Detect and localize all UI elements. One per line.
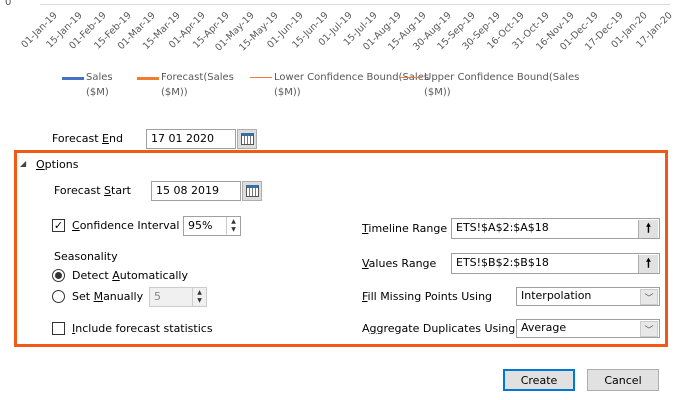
values-range-input[interactable]: ETS!$B$2:$B$18 🠕 [451, 253, 660, 274]
create-button[interactable]: Create [503, 369, 575, 391]
options-panel [14, 150, 668, 347]
chevron-down-icon[interactable]: ﹀ [640, 289, 658, 305]
detect-automatically-label: Detect Automatically [72, 269, 188, 282]
aggregate-duplicates-label: Aggregate Duplicates Using [362, 322, 516, 335]
legend-label: ($M) [86, 87, 109, 98]
spin-arrows-icon[interactable]: ▲ ▼ [226, 217, 240, 235]
legend-swatch [62, 77, 84, 80]
legend-item: Forecast(Sales ($M)) [137, 70, 234, 100]
legend-item: Upper Confidence Bound(Sales ($M)) [400, 70, 579, 100]
legend-swatch [250, 77, 272, 78]
fill-missing-dropdown[interactable]: Interpolation ﹀ [516, 287, 660, 306]
forecast-end-calendar-button[interactable] [237, 129, 257, 149]
forecast-end-input[interactable]: 17 01 2020 [146, 129, 236, 149]
set-manually-label: Set Manually [72, 290, 144, 303]
timeline-range-input[interactable]: ETS!$A$2:$A$18 🠕 [451, 218, 660, 239]
chevron-down-icon[interactable]: ﹀ [640, 321, 658, 337]
calendar-icon [240, 133, 254, 145]
set-manually-radio[interactable] [52, 290, 65, 303]
legend-item: Sales ($M) [62, 70, 113, 100]
include-statistics-label: Include forecast statistics [72, 322, 213, 335]
seasonality-spinner[interactable]: 5 ▲ ▼ [149, 287, 207, 307]
aggregate-duplicates-dropdown[interactable]: Average ﹀ [516, 319, 660, 338]
include-statistics-checkbox[interactable] [52, 322, 65, 335]
y-axis-zero: 0 [5, 0, 12, 8]
forecast-start-input[interactable]: 15 08 2019 [151, 181, 241, 201]
values-range-label: Values Range [362, 257, 437, 270]
legend-label: Forecast(Sales [161, 72, 234, 83]
confidence-interval-checkbox[interactable]: ✓ [52, 219, 65, 232]
forecast-start-label: Forecast Start [54, 184, 131, 197]
forecast-end-label: Forecast End [52, 132, 123, 145]
spin-arrows-icon[interactable]: ▲ ▼ [192, 288, 206, 306]
timeline-range-label: Timeline Range [362, 222, 448, 235]
seasonality-label: Seasonality [54, 250, 118, 263]
confidence-interval-spinner[interactable]: 95% ▲ ▼ [183, 216, 241, 236]
confidence-interval-label: Confidence Interval [72, 219, 180, 232]
cancel-button[interactable]: Cancel [587, 369, 659, 391]
legend-label: Upper Confidence Bound(Sales [424, 72, 580, 83]
fill-missing-label: Fill Missing Points Using [362, 290, 493, 303]
x-axis-line [40, 4, 670, 5]
collapse-dialog-upload-icon[interactable]: 🠕 [638, 220, 658, 238]
calendar-icon [245, 185, 259, 197]
legend-label: Sales [86, 72, 113, 83]
collapse-dialog-upload-icon[interactable]: 🠕 [638, 255, 658, 273]
options-toggle[interactable]: Options [36, 158, 78, 171]
legend-swatch [137, 77, 159, 80]
legend-label: ($M)) [424, 87, 451, 98]
forecast-start-calendar-button[interactable] [242, 181, 262, 201]
legend-swatch [400, 77, 422, 78]
detect-automatically-radio[interactable] [52, 269, 65, 282]
legend-label: ($M)) [161, 87, 188, 98]
collapse-triangle-icon[interactable]: ◢ [20, 159, 26, 168]
